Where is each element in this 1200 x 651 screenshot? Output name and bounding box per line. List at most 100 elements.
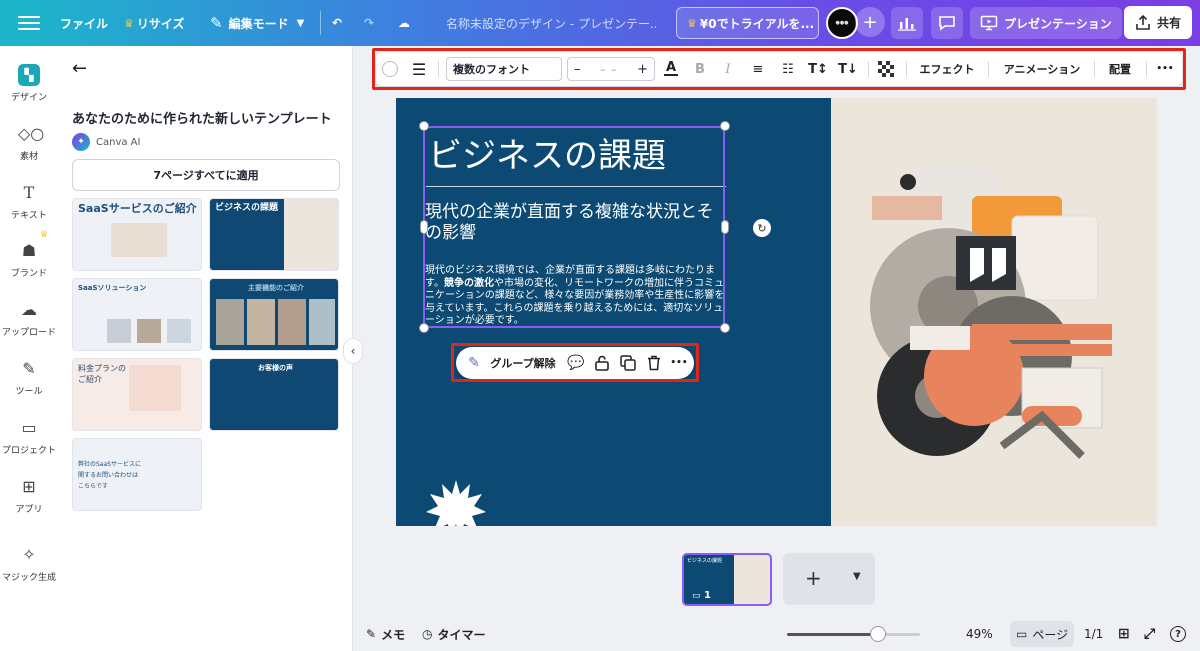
help-button[interactable]: ?: [1170, 617, 1186, 651]
size-value[interactable]: – –: [600, 63, 618, 76]
grid-view-button[interactable]: ⊞: [1118, 617, 1130, 651]
slide-subtitle[interactable]: 現代の企業が直面する複雑な状況とその影響: [425, 202, 725, 244]
lock-button[interactable]: [590, 347, 614, 379]
rail-item-upload[interactable]: ☁ アップロード: [0, 299, 58, 338]
notes-icon: ✎: [366, 627, 377, 641]
save-status-button[interactable]: ☁: [398, 7, 410, 39]
more-options-button[interactable]: •••: [1152, 52, 1178, 86]
rail-item-apps[interactable]: ⊞ アプリ: [0, 476, 58, 515]
spacing-button[interactable]: T↕: [806, 52, 830, 86]
font-size-stepper[interactable]: – – – +: [567, 57, 655, 81]
rail-item-design[interactable]: ▚ デザイン: [0, 64, 58, 103]
rotate-handle[interactable]: ↻: [753, 219, 771, 237]
template-title: 料金プランのご紹介: [78, 364, 126, 384]
comment-button[interactable]: 💬: [564, 347, 588, 379]
notes-button[interactable]: ✎ メモ: [366, 617, 405, 651]
magic-edit-button[interactable]: ✎: [462, 347, 486, 379]
rail-item-tools[interactable]: ✎ ツール: [0, 358, 58, 397]
italic-icon: I: [725, 61, 731, 77]
font-dropdown[interactable]: 複数のフォント: [446, 57, 562, 81]
add-page-button[interactable]: + ▼: [783, 553, 875, 605]
template-thumb[interactable]: SaaSソリューション: [72, 278, 202, 351]
resize-handle[interactable]: [720, 121, 730, 131]
delete-button[interactable]: [642, 347, 666, 379]
gear-illustration: [870, 166, 1112, 459]
duplicate-button[interactable]: [616, 347, 640, 379]
panel-title: あなたのために作られた新しいテンプレート: [72, 112, 332, 127]
resize-label: リサイズ: [136, 16, 185, 31]
animation-button[interactable]: アニメーション: [996, 52, 1088, 86]
template-thumb[interactable]: ビジネスの課題: [209, 198, 339, 271]
file-menu[interactable]: ファイル: [60, 7, 108, 39]
redo-icon: ↷: [364, 16, 375, 30]
lock-icon: [595, 355, 609, 371]
resize-handle[interactable]: [419, 121, 429, 131]
color-swatch-button[interactable]: [378, 52, 402, 86]
apply-all-button[interactable]: 7ページすべてに適用: [72, 159, 340, 191]
resize-handle[interactable]: [721, 220, 729, 234]
rail-item-magic[interactable]: ✧ マジック生成: [0, 544, 58, 583]
document-title[interactable]: 名称未設定のデザイン - プレゼンテー...: [446, 15, 656, 32]
resize-handle[interactable]: [419, 323, 429, 333]
slide-body[interactable]: 現代のビジネス環境では、企業が直面する課題は多岐にわたります。競争の激化や市場の…: [425, 265, 725, 328]
rail-label: アプリ: [15, 505, 43, 515]
resize-handle[interactable]: [420, 220, 428, 234]
align-button[interactable]: ≡: [746, 52, 770, 86]
rail-item-elements[interactable]: ◇○ 素材: [0, 123, 58, 162]
add-collaborator-button[interactable]: +: [855, 7, 885, 37]
template-thumb[interactable]: 弊社のSaaSサービスに関するお問い合わせはこちらです: [72, 438, 202, 511]
position-button[interactable]: 配置: [1100, 52, 1140, 86]
template-title: 弊社のSaaSサービスに関するお問い合わせはこちらです: [78, 461, 141, 490]
comments-button[interactable]: [931, 7, 963, 39]
transparency-button[interactable]: [874, 52, 898, 86]
resize-handle[interactable]: [720, 323, 730, 333]
page-thumbnail[interactable]: ビジネスの課題 ▭ 1: [682, 553, 772, 606]
list-button[interactable]: ☷: [776, 52, 800, 86]
edit-mode-dropdown[interactable]: ✎ 編集モード ▼: [210, 7, 304, 39]
menu-icon[interactable]: [18, 12, 40, 34]
fullscreen-button[interactable]: ⤢: [1144, 617, 1155, 651]
page-number: ▭ 1: [692, 590, 711, 601]
template-panel: ← あなたのために作られた新しいテンプレート ✦ Canva AI 7ページすべて…: [58, 46, 353, 651]
rail-item-projects[interactable]: ▭ プロジェクト: [0, 417, 58, 456]
template-image: [284, 199, 338, 270]
effects-button[interactable]: エフェクト: [914, 52, 980, 86]
back-arrow-icon[interactable]: ←: [72, 58, 87, 79]
collapse-panel-button[interactable]: ‹: [343, 338, 363, 364]
undo-button[interactable]: ↶: [332, 7, 342, 39]
avatar[interactable]: ●●●: [826, 7, 858, 39]
zoom-value[interactable]: 49%: [966, 617, 993, 651]
bold-button[interactable]: B: [688, 52, 712, 86]
ungroup-button[interactable]: グループ解除: [488, 347, 558, 379]
present-button[interactable]: プレゼンテーション: [970, 7, 1122, 39]
redo-button[interactable]: ↷: [364, 7, 374, 39]
zoom-knob[interactable]: [870, 626, 886, 642]
rail-item-brand[interactable]: ☗ ブランド: [0, 240, 58, 279]
divider: [438, 61, 439, 77]
text-color-button[interactable]: A: [660, 52, 682, 86]
rail-item-text[interactable]: T テキスト: [0, 182, 58, 221]
insights-button[interactable]: [891, 7, 923, 39]
share-button[interactable]: 共有: [1124, 6, 1192, 39]
chevron-down-icon[interactable]: ▼: [853, 571, 861, 582]
template-thumb[interactable]: お客様の声: [209, 358, 339, 431]
text-icon: T: [23, 183, 35, 202]
template-image: [137, 319, 161, 343]
line-weight-button[interactable]: ☰: [406, 52, 432, 86]
timer-button[interactable]: ◷ タイマー: [422, 617, 486, 651]
template-thumb[interactable]: 料金プランのご紹介: [72, 358, 202, 431]
template-thumb[interactable]: SaaSサービスのご紹介: [72, 198, 202, 271]
size-plus-button[interactable]: +: [637, 62, 648, 77]
slide-canvas[interactable]: ビジネスの課題 現代の企業が直面する複雑な状況とその影響 現代のビジネス環境では…: [396, 98, 1157, 526]
italic-button[interactable]: I: [716, 52, 740, 86]
pages-button[interactable]: ▭ ページ: [1010, 621, 1075, 647]
group-more-button[interactable]: •••: [668, 347, 690, 379]
slide-title[interactable]: ビジネスの課題: [428, 128, 666, 177]
pages-icon: ▭: [1016, 627, 1028, 641]
text-direction-button[interactable]: T↓: [836, 52, 860, 86]
trial-button[interactable]: ♛ ¥0でトライアルを...: [676, 7, 819, 39]
zoom-slider[interactable]: [787, 626, 920, 642]
resize-button[interactable]: ♛ リサイズ: [124, 7, 185, 39]
template-thumb[interactable]: 主要機能のご紹介: [209, 278, 339, 351]
size-minus-button[interactable]: –: [574, 62, 581, 77]
